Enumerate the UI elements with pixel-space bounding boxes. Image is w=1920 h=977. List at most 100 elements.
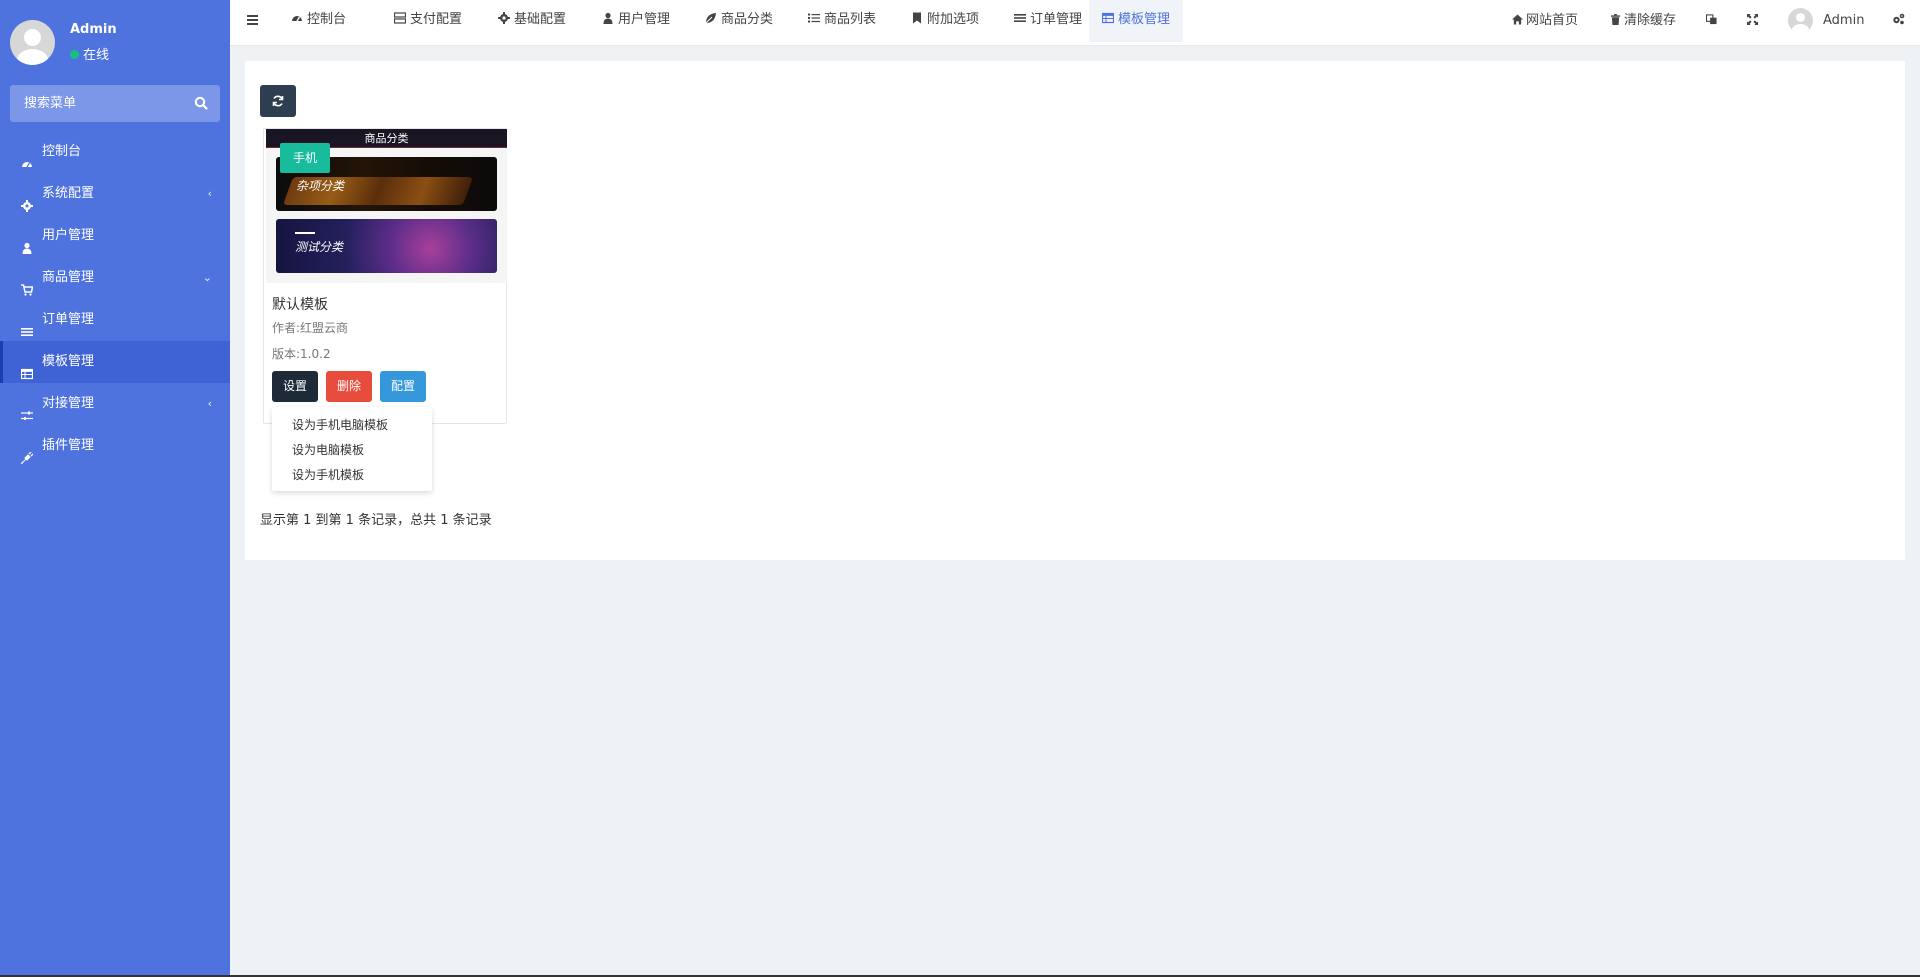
template-thumbnail: 商品分类 杂项分类 测试分类 手机	[266, 129, 507, 283]
search-input[interactable]	[10, 85, 185, 122]
tab-order-management[interactable]: 订单管理	[1001, 0, 1095, 42]
user-status: 在线	[70, 44, 109, 63]
sidebar-item-goods[interactable]: 商品管理 ⌄	[0, 257, 230, 299]
bars-icon	[1014, 1, 1026, 22]
website-home-link[interactable]: 网站首页	[1512, 0, 1578, 42]
set-pc-template-item[interactable]: 设为电脑模板	[272, 438, 432, 463]
clear-cache-label: 清除缓存	[1624, 13, 1677, 28]
sidebar-item-integration[interactable]: 对接管理 ‹	[0, 383, 230, 425]
template-card: 商品分类 杂项分类 测试分类 手机 默认模板 作者:红盟云商 版本:1.0.2 …	[263, 128, 507, 424]
device-tag-badge: 手机	[280, 143, 331, 173]
table-icon	[1101, 1, 1115, 24]
refresh-icon	[272, 95, 284, 107]
user-icon	[602, 1, 614, 24]
admin-user-menu[interactable]: Admin	[1788, 0, 1864, 42]
content-panel: 商品分类 杂项分类 测试分类 手机 默认模板 作者:红盟云商 版本:1.0.2 …	[245, 61, 1905, 560]
sidebar-item-label: 系统配置	[42, 186, 95, 201]
clear-cache-button[interactable]: 清除缓存	[1610, 0, 1676, 42]
search-icon[interactable]	[194, 96, 208, 110]
config-button[interactable]: 配置	[380, 371, 427, 402]
tab-payment-config[interactable]: 支付配置	[381, 0, 475, 42]
list-ul-icon	[808, 1, 820, 23]
settings-dropdown-menu: 设为手机电脑模板 设为电脑模板 设为手机模板	[272, 407, 432, 491]
tab-label: 附加选项	[927, 12, 980, 27]
chevron-left-icon: ‹	[207, 187, 212, 200]
cart-icon	[21, 272, 34, 296]
sidebar-item-label: 订单管理	[42, 312, 95, 327]
set-mobile-pc-template-item[interactable]: 设为手机电脑模板	[272, 413, 432, 438]
sliders-icon	[21, 398, 33, 420]
banner-label: 测试分类	[295, 240, 344, 254]
tab-goods-category[interactable]: 商品分类	[692, 0, 786, 42]
template-title: 默认模板	[272, 297, 328, 313]
online-dot-icon	[70, 50, 79, 59]
tab-label: 支付配置	[410, 12, 463, 27]
sidebar-item-users[interactable]: 用户管理	[0, 215, 230, 257]
tab-dashboard[interactable]: 控制台	[278, 0, 359, 42]
bookmark-icon	[911, 1, 923, 24]
dashboard-icon	[291, 1, 303, 22]
chevron-down-icon: ⌄	[202, 271, 212, 284]
tab-template-management[interactable]: 模板管理	[1089, 0, 1184, 42]
sidebar-item-label: 对接管理	[42, 396, 95, 411]
fullscreen-button[interactable]	[1747, 0, 1761, 42]
admin-label: Admin	[1823, 13, 1865, 28]
settings-dropdown-button[interactable]: 设置	[272, 371, 319, 402]
tab-label: 模板管理	[1118, 12, 1171, 27]
fullscreen-icon	[1747, 1, 1758, 25]
sidebar-item-system-config[interactable]: 系统配置 ‹	[0, 173, 230, 215]
set-mobile-template-item[interactable]: 设为手机模板	[272, 463, 432, 488]
tab-goods-list[interactable]: 商品列表	[795, 0, 889, 42]
tab-label: 用户管理	[618, 12, 671, 27]
sidebar-search	[10, 85, 220, 122]
sidebar-toggle-icon[interactable]	[238, 0, 268, 40]
tab-label: 商品分类	[721, 12, 774, 27]
tab-extra-options[interactable]: 附加选项	[898, 0, 992, 42]
server-icon	[393, 1, 407, 24]
language-button[interactable]	[1705, 0, 1720, 42]
dashboard-icon	[21, 146, 33, 168]
template-author: 作者:红盟云商	[272, 321, 349, 335]
list-icon	[21, 314, 33, 336]
sidebar-item-label: 模板管理	[42, 354, 95, 369]
sidebar-item-orders[interactable]: 订单管理	[0, 299, 230, 341]
sidebar-item-label: 控制台	[42, 144, 82, 159]
refresh-button[interactable]	[260, 85, 296, 117]
top-navbar: 控制台 支付配置 基础配置 用户管理 商品分类 商品列表 附加选项 订单管理 模…	[230, 0, 1920, 46]
user-panel: Admin 在线	[10, 20, 220, 66]
avatar	[1788, 8, 1813, 33]
sidebar-item-templates[interactable]: 模板管理	[0, 341, 230, 383]
leaf-icon	[705, 1, 717, 24]
sidebar-item-label: 商品管理	[42, 270, 95, 285]
template-version: 版本:1.0.2	[272, 347, 331, 361]
user-icon	[21, 230, 33, 254]
tab-label: 控制台	[307, 12, 347, 27]
delete-button[interactable]: 删除	[326, 371, 373, 402]
gear-icon	[21, 188, 33, 212]
thumbnail-banner: 测试分类	[276, 219, 497, 273]
settings-button[interactable]	[1892, 0, 1906, 42]
sidebar-item-label: 插件管理	[42, 438, 95, 453]
tab-basic-config[interactable]: 基础配置	[485, 0, 579, 42]
gear-icon	[498, 1, 510, 24]
home-label: 网站首页	[1526, 13, 1579, 28]
sidebar-item-plugins[interactable]: 插件管理	[0, 425, 230, 467]
trash-icon	[1610, 1, 1621, 25]
language-icon	[1705, 1, 1717, 25]
home-icon	[1512, 1, 1523, 25]
pagination-info: 显示第 1 到第 1 条记录，总共 1 条记录	[260, 513, 492, 528]
cogs-icon	[1892, 1, 1905, 25]
sidebar-menu: 控制台 系统配置 ‹ 用户管理 商品管理 ⌄ 订单管理 模板管理 对接管理 ‹	[0, 131, 230, 467]
sidebar-item-dashboard[interactable]: 控制台	[0, 131, 230, 173]
sidebar-item-label: 用户管理	[42, 228, 95, 243]
plug-icon	[20, 440, 34, 465]
sidebar: Admin 在线 控制台 系统配置 ‹ 用户管理 商品管理 ⌄ 订单管理	[0, 0, 230, 977]
tab-user-management[interactable]: 用户管理	[589, 0, 683, 42]
tab-label: 订单管理	[1030, 12, 1083, 27]
user-name: Admin	[70, 22, 117, 37]
tab-label: 基础配置	[514, 12, 567, 27]
table-icon	[20, 356, 34, 380]
chevron-left-icon: ‹	[207, 397, 212, 410]
banner-label: 杂项分类	[296, 179, 345, 193]
status-text: 在线	[83, 48, 110, 63]
